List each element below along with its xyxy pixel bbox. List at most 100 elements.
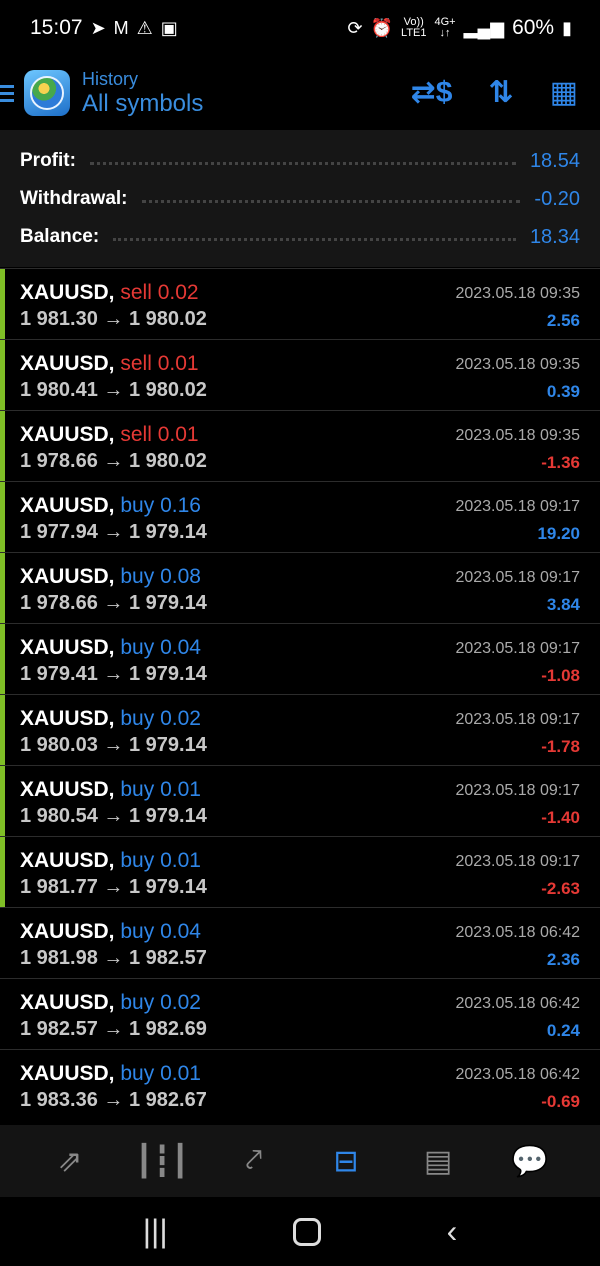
trade-title: XAUUSD, sell 0.02 xyxy=(20,281,199,305)
trade-symbol: XAUUSD, xyxy=(20,494,115,517)
trade-side: sell xyxy=(120,423,152,446)
trade-symbol: XAUUSD, xyxy=(20,352,115,375)
dotted-leader xyxy=(141,199,521,203)
battery-icon: ▮ xyxy=(562,17,572,38)
trade-volume: 0.02 xyxy=(160,991,201,1014)
trade-profit: 3.84 xyxy=(546,595,580,614)
trade-profit: 0.39 xyxy=(546,382,580,401)
page-title[interactable]: All symbols xyxy=(82,90,203,118)
trade-side: buy xyxy=(120,1062,155,1085)
trade-prices: 1 981.98 → 1 982.57 xyxy=(20,947,207,969)
status-left: 15:07 ➤ M ⚠ ▣ xyxy=(30,16,178,40)
trade-date: 2023.05.18 06:42 xyxy=(455,924,580,941)
trade-icon[interactable]: ⤤ xyxy=(229,1136,279,1186)
page-subtitle: History xyxy=(82,68,139,89)
sync-icon: ⟳ xyxy=(347,17,363,38)
back-icon[interactable]: ‹ xyxy=(447,1213,458,1250)
image-icon: ▣ xyxy=(160,17,178,38)
trade-side: sell xyxy=(120,281,152,304)
bottom-tab-bar: ⇗ ┃┇┃ ⤤ ⊟ ▤ 💬 xyxy=(0,1125,600,1197)
trade-date: 2023.05.18 06:42 xyxy=(455,995,580,1012)
trade-row[interactable]: XAUUSD, buy 0.02 1 982.57 → 1 982.69 2023.… xyxy=(0,978,600,1049)
warning-icon: ⚠ xyxy=(136,17,153,38)
summary-value: -0.20 xyxy=(534,187,580,210)
trade-profit: -1.40 xyxy=(541,808,580,827)
volte-icon: Vo)) LTE1 xyxy=(401,16,427,39)
summary-label: Balance: xyxy=(20,226,100,247)
account-summary: Profit: 18.54 Withdrawal: -0.20 Balance:… xyxy=(0,130,600,267)
trade-row[interactable]: XAUUSD, buy 0.01 1 981.77 → 1 979.14 2023.… xyxy=(0,836,600,907)
status-time: 15:07 xyxy=(30,16,83,39)
trade-row[interactable]: XAUUSD, sell 0.01 1 980.41 → 1 980.02 2023… xyxy=(0,339,600,410)
trade-profit: -2.63 xyxy=(541,879,580,898)
home-icon[interactable] xyxy=(293,1217,322,1246)
4g-icon: 4G+ ↓↑ xyxy=(434,16,456,39)
summary-balance: Balance: 18.34 xyxy=(20,218,580,256)
trade-symbol: XAUUSD, xyxy=(20,920,115,943)
trade-symbol: XAUUSD, xyxy=(20,778,115,801)
trade-row[interactable]: XAUUSD, sell 0.02 1 981.30 → 1 980.02 2023… xyxy=(0,268,600,339)
trade-symbol: XAUUSD, xyxy=(20,849,115,872)
trade-prices: 1 980.54 → 1 979.14 xyxy=(20,805,207,827)
trade-side: buy xyxy=(120,707,155,730)
quotes-icon[interactable]: ⇗ xyxy=(45,1136,95,1186)
summary-value: 18.54 xyxy=(529,149,580,172)
trade-prices: 1 978.66 → 1 979.14 xyxy=(20,592,207,614)
trade-volume: 0.01 xyxy=(157,352,199,375)
signal-icon: ▂▄▆ xyxy=(463,17,505,38)
trade-title: XAUUSD, buy 0.04 xyxy=(20,636,201,660)
trade-side: buy xyxy=(120,565,155,588)
trade-profit: -0.69 xyxy=(541,1092,580,1111)
news-icon[interactable]: ▤ xyxy=(413,1136,463,1186)
trade-volume: 0.01 xyxy=(160,849,201,872)
trade-row[interactable]: XAUUSD, sell 0.01 1 978.66 → 1 980.02 2023… xyxy=(0,410,600,481)
deposit-withdraw-icon[interactable]: ⇄$ xyxy=(411,78,453,108)
dotted-leader xyxy=(113,237,516,241)
chart-icon[interactable]: ┃┇┃ xyxy=(135,1136,189,1186)
trade-profit: -1.78 xyxy=(541,737,580,756)
trade-row[interactable]: XAUUSD, buy 0.01 1 980.54 → 1 979.14 2023.… xyxy=(0,765,600,836)
alarm-icon: ⏰ xyxy=(370,17,394,38)
sort-icon[interactable]: ⇅ xyxy=(489,78,514,108)
summary-label: Profit: xyxy=(20,150,76,171)
trade-profit: 2.36 xyxy=(546,950,580,969)
trade-title: XAUUSD, buy 0.16 xyxy=(20,494,201,518)
trade-row[interactable]: XAUUSD, buy 0.02 1 980.03 → 1 979.14 2023.… xyxy=(0,694,600,765)
trade-profit: 19.20 xyxy=(537,524,580,543)
calendar-icon[interactable]: ▦ xyxy=(550,78,578,108)
summary-profit: Profit: 18.54 xyxy=(20,142,580,180)
trade-row[interactable]: XAUUSD, buy 0.04 1 979.41 → 1 979.14 2023.… xyxy=(0,623,600,694)
trade-title: XAUUSD, buy 0.02 xyxy=(20,991,201,1015)
trade-title: XAUUSD, buy 0.08 xyxy=(20,565,201,589)
history-icon[interactable]: ⊟ xyxy=(321,1136,371,1186)
trade-symbol: XAUUSD, xyxy=(20,636,115,659)
trade-prices: 1 983.36 → 1 982.67 xyxy=(20,1089,207,1111)
trade-volume: 0.04 xyxy=(160,636,201,659)
chat-icon[interactable]: 💬 xyxy=(505,1136,555,1186)
trade-date: 2023.05.18 09:17 xyxy=(455,640,580,657)
header-actions: ⇄$ ⇅ ▦ xyxy=(411,78,578,108)
summary-label: Withdrawal: xyxy=(20,188,128,209)
menu-icon[interactable] xyxy=(0,84,18,102)
trade-date: 2023.05.18 09:17 xyxy=(455,569,580,586)
trade-symbol: XAUUSD, xyxy=(20,565,115,588)
trade-title: XAUUSD, sell 0.01 xyxy=(20,352,199,376)
trade-prices: 1 978.66 → 1 980.02 xyxy=(20,450,207,472)
trade-row[interactable]: XAUUSD, buy 0.08 1 978.66 → 1 979.14 2023.… xyxy=(0,552,600,623)
gmail-icon: M xyxy=(113,17,129,38)
trade-profit: 2.56 xyxy=(546,311,580,330)
trade-row[interactable]: XAUUSD, buy 0.04 1 981.98 → 1 982.57 2023.… xyxy=(0,907,600,978)
trade-profit: 0.24 xyxy=(546,1021,580,1040)
trade-profit: -1.36 xyxy=(541,453,580,472)
trade-row[interactable]: XAUUSD, buy 0.16 1 977.94 → 1 979.14 2023.… xyxy=(0,481,600,552)
summary-value: 18.34 xyxy=(529,225,580,248)
trade-title: XAUUSD, sell 0.01 xyxy=(20,423,199,447)
trade-title: XAUUSD, buy 0.01 xyxy=(20,1062,201,1086)
trade-date: 2023.05.18 09:17 xyxy=(455,782,580,799)
trade-prices: 1 977.94 → 1 979.14 xyxy=(20,521,207,543)
trade-row[interactable]: XAUUSD, buy 0.01 1 983.36 → 1 982.67 2023.… xyxy=(0,1049,600,1120)
trade-title: XAUUSD, buy 0.01 xyxy=(20,849,201,873)
summary-withdrawal: Withdrawal: -0.20 xyxy=(20,180,580,218)
trade-volume: 0.08 xyxy=(160,565,201,588)
recent-apps-icon[interactable]: ||| xyxy=(143,1213,168,1250)
